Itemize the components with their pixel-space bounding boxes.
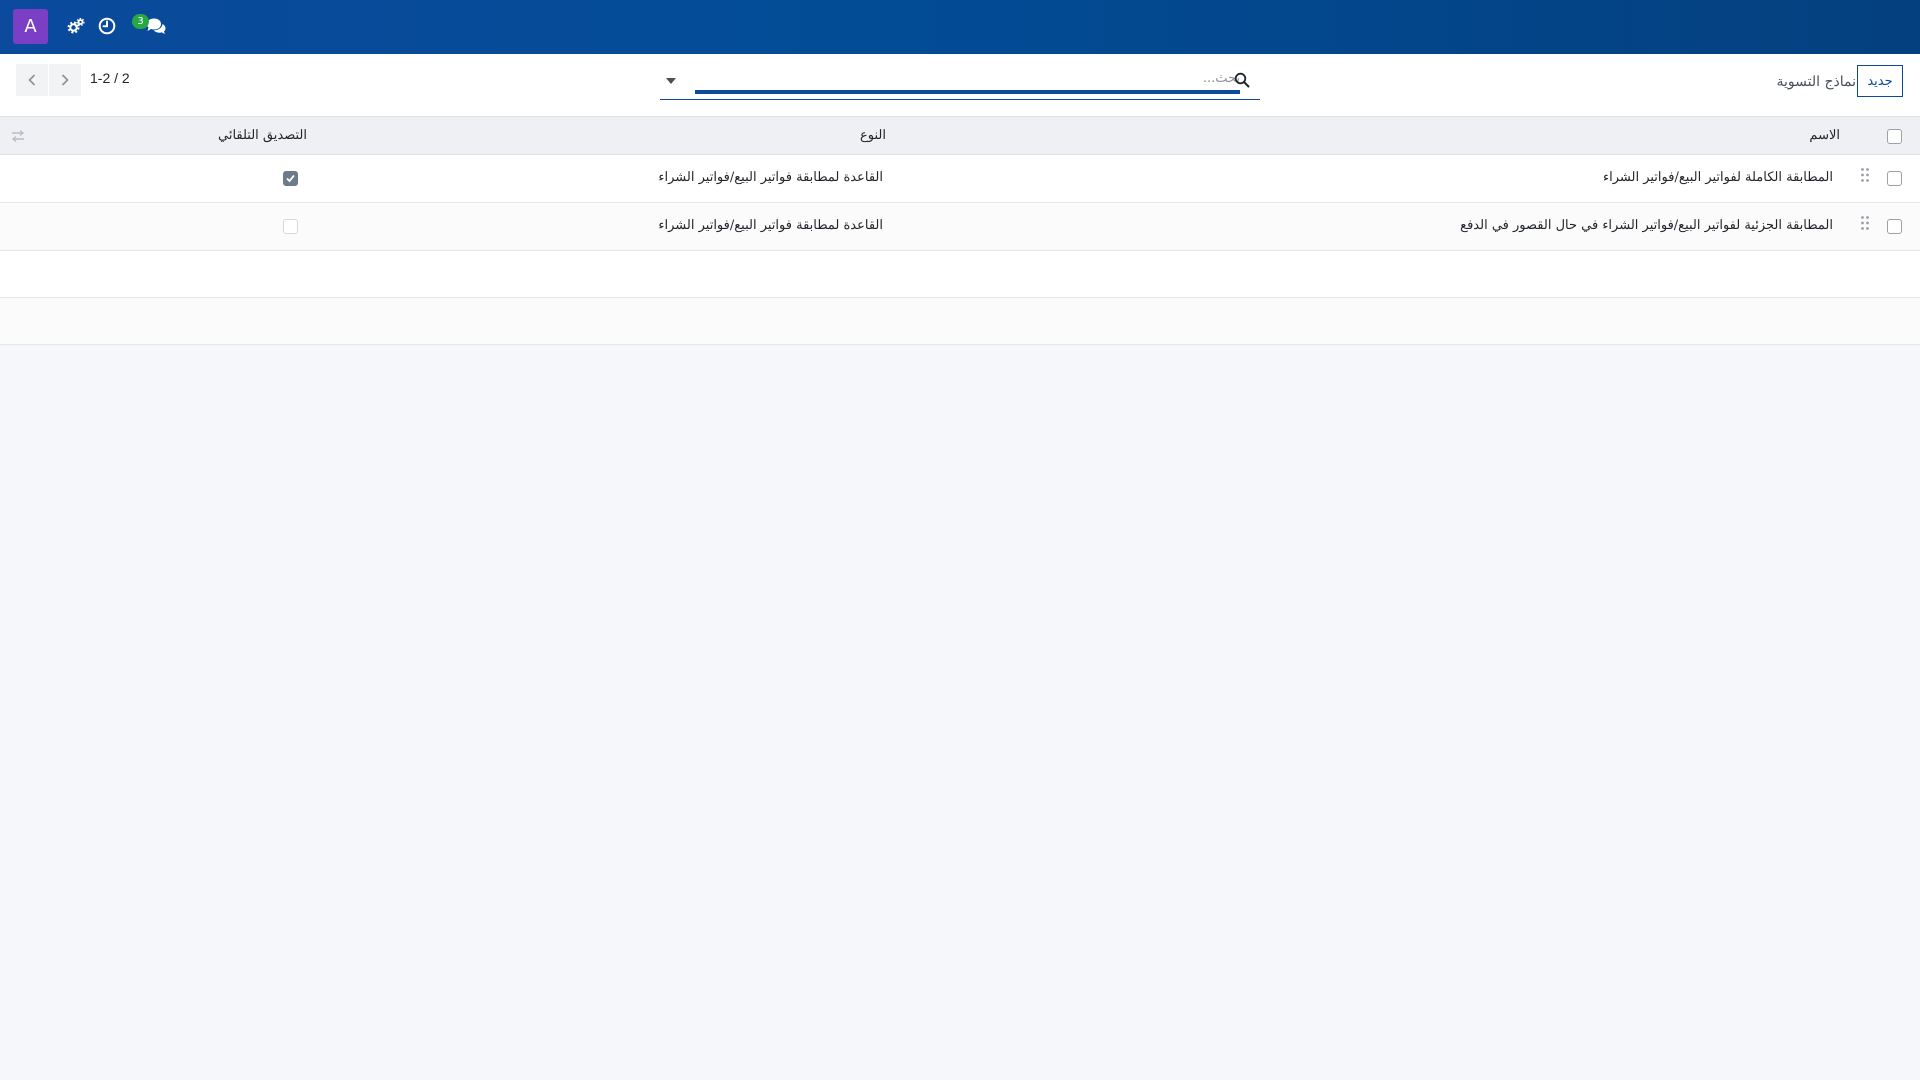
page-title: نماذج التسوية — [1776, 74, 1856, 90]
search-input[interactable] — [695, 66, 1240, 94]
auto-validate-checkbox[interactable] — [283, 219, 298, 234]
list-table: الاسم النوع التصديق التلقائي المطابقة ال… — [0, 117, 1920, 345]
new-button[interactable]: جديد — [1857, 65, 1903, 97]
optional-columns-toggle-icon[interactable] — [10, 129, 26, 143]
checkmark-icon — [286, 174, 295, 183]
settings-icon[interactable] — [64, 14, 88, 38]
chevron-left-icon — [28, 74, 36, 86]
top-navbar: A 3 — [0, 0, 1920, 54]
row-type: القاعدة لمطابقة فواتير البيع/فواتير الشر… — [658, 170, 883, 185]
row-name: المطابقة الجزئية لفواتير البيع/فواتير ال… — [1460, 218, 1833, 233]
column-header-type[interactable]: النوع — [860, 128, 886, 143]
drag-handle-icon[interactable] — [1860, 167, 1870, 183]
column-header-name[interactable]: الاسم — [1809, 128, 1840, 143]
drag-handle-icon[interactable] — [1860, 215, 1870, 231]
table-row[interactable]: المطابقة الكاملة لفواتير البيع/فواتير ال… — [0, 155, 1920, 203]
table-row[interactable]: المطابقة الجزئية لفواتير البيع/فواتير ال… — [0, 203, 1920, 251]
row-name: المطابقة الكاملة لفواتير البيع/فواتير ال… — [1603, 170, 1833, 185]
notification-badge: 3 — [132, 14, 149, 29]
pager-previous-button[interactable] — [16, 64, 48, 96]
clock-icon[interactable] — [95, 14, 119, 38]
select-all-checkbox[interactable] — [1887, 129, 1902, 144]
auto-validate-checkbox[interactable] — [283, 171, 298, 186]
table-header: الاسم النوع التصديق التلقائي — [0, 117, 1920, 155]
row-select-checkbox[interactable] — [1887, 171, 1902, 186]
user-avatar[interactable]: A — [13, 9, 48, 44]
empty-row — [0, 298, 1920, 345]
column-header-auto-validate[interactable]: التصديق التلقائي — [218, 128, 307, 143]
search-icon — [1234, 72, 1250, 88]
search-bar — [660, 64, 1260, 100]
search-options-caret-icon[interactable] — [664, 76, 678, 86]
row-type: القاعدة لمطابقة فواتير البيع/فواتير الشر… — [658, 218, 883, 233]
pager-value[interactable]: 1-2 / 2 — [90, 70, 130, 86]
empty-row — [0, 251, 1920, 298]
row-select-checkbox[interactable] — [1887, 219, 1902, 234]
pager-next-button[interactable] — [49, 64, 81, 96]
control-panel: جديد نماذج التسوية 1-2 / 2 — [0, 54, 1920, 117]
chevron-right-icon — [61, 74, 69, 86]
